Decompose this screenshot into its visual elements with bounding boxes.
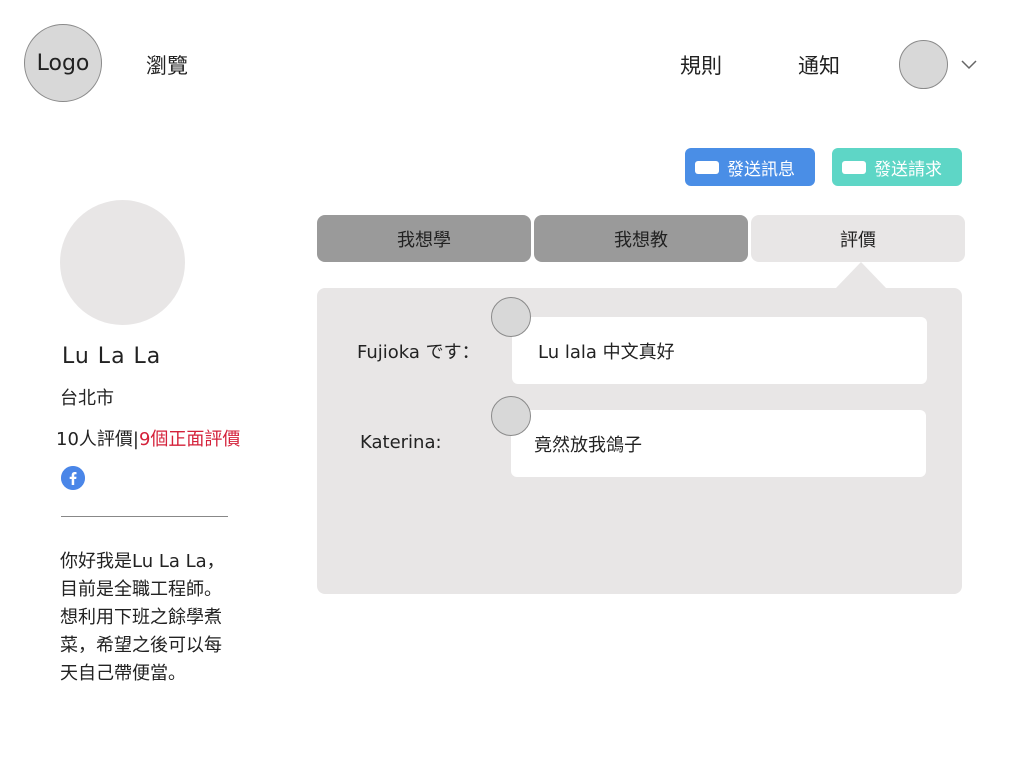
logo[interactable]: Logo xyxy=(24,24,102,102)
profile-avatar xyxy=(60,200,185,325)
review-count: 10人評價 xyxy=(56,429,133,450)
active-tab-indicator xyxy=(836,262,886,288)
review-text: Lu lala 中文真好 xyxy=(538,341,675,363)
positive-review-count: 9個正面評價 xyxy=(138,429,241,450)
reviewer-avatar[interactable] xyxy=(491,396,531,436)
envelope-icon xyxy=(695,160,719,174)
review-author: Fujioka です： xyxy=(357,342,480,363)
tab-reviews[interactable]: 評價 xyxy=(751,215,965,262)
logo-text: Logo xyxy=(36,50,90,76)
nav-rules-link[interactable]: 規則 xyxy=(680,50,722,80)
profile-divider xyxy=(61,516,228,517)
facebook-icon[interactable] xyxy=(61,466,85,490)
tab-want-to-learn[interactable]: 我想學 xyxy=(317,215,531,262)
review-text-box: Lu lala 中文真好 xyxy=(512,317,927,384)
profile-name: Lu La La xyxy=(62,344,162,369)
nav-browse-link[interactable]: 瀏覽 xyxy=(146,50,188,80)
profile-city: 台北市 xyxy=(60,388,114,409)
review-author: Katerina: xyxy=(360,432,442,453)
send-message-button[interactable]: 發送訊息 xyxy=(685,148,815,186)
send-message-label: 發送訊息 xyxy=(727,159,795,180)
send-request-button[interactable]: 發送請求 xyxy=(832,148,962,186)
envelope-icon xyxy=(842,160,866,174)
nav-notifications-link[interactable]: 通知 xyxy=(798,50,840,80)
tab-want-to-teach[interactable]: 我想教 xyxy=(534,215,748,262)
review-text: 竟然放我鴿子 xyxy=(534,434,642,456)
user-avatar[interactable] xyxy=(899,40,948,89)
profile-review-summary: 10人評價|9個正面評價 xyxy=(56,425,240,451)
reviewer-avatar[interactable] xyxy=(491,297,531,337)
chevron-down-icon[interactable] xyxy=(961,58,977,70)
profile-bio: 你好我是Lu La La，目前是全職工程師。想利用下班之餘學煮菜，希望之後可以每… xyxy=(60,551,225,684)
review-text-box: 竟然放我鴿子 xyxy=(511,410,926,477)
send-request-label: 發送請求 xyxy=(874,159,942,180)
